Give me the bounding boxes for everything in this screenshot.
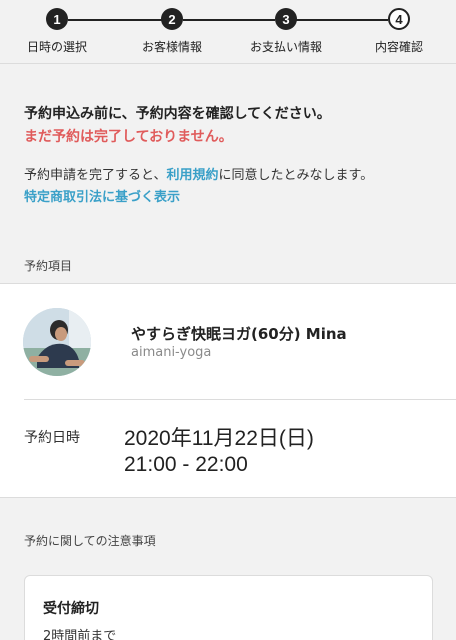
reservation-item-section-label: 予約項目 (24, 259, 73, 273)
stepper-connector (183, 19, 275, 21)
terms-prefix: 予約申請を完了すると、 (24, 168, 167, 183)
step-2-number: 2 (161, 8, 183, 30)
deadline-heading: 受付締切 (43, 601, 99, 617)
step-2-label: お客様情報 (141, 40, 203, 54)
reservation-time: 21:00 - 22:00 (124, 453, 248, 476)
step-4-label: 内容確認 (374, 40, 424, 54)
step-3-label: お支払い情報 (249, 40, 323, 54)
step-4-number: 4 (388, 8, 410, 30)
step-1-label: 日時の選択 (26, 40, 88, 54)
lesson-title: やすらぎ快眠ヨガ(60分) Mina (131, 325, 347, 343)
terms-agreement-text: 予約申請を完了すると、利用規約に同意したとみなします。 (24, 164, 373, 183)
notes-section-label: 予約に関しての注意事項 (24, 534, 156, 548)
instructor-photo-icon (23, 308, 91, 376)
stepper-connector (68, 19, 162, 21)
confirm-instruction: 予約申込み前に、予約内容を確認してください。 (24, 106, 331, 122)
card-divider (24, 399, 456, 400)
reservation-item-card: やすらぎ快眠ヨガ(60分) Mina aimani-yoga 予約日時 2020… (0, 283, 456, 498)
confirmation-notice: 予約申込み前に、予約内容を確認してください。 まだ予約は完了しておりません。 予… (0, 65, 456, 243)
terms-of-use-link[interactable]: 利用規約 (166, 168, 218, 183)
deadline-value: 2時間前まで (43, 629, 117, 640)
datetime-label: 予約日時 (24, 430, 80, 446)
not-complete-warning: まだ予約は完了しておりません。 (24, 129, 233, 145)
booking-stepper: 1 2 3 4 日時の選択 お客様情報 お支払い情報 内容確認 (0, 0, 456, 64)
terms-suffix: に同意したとみなします。 (218, 168, 374, 183)
stepper-connector (296, 19, 388, 21)
reservation-date: 2020年11月22日(日) (124, 427, 314, 450)
step-1-number: 1 (46, 8, 68, 30)
commerce-law-link[interactable]: 特定商取引法に基づく表示 (24, 186, 180, 205)
step-3-number: 3 (275, 8, 297, 30)
deadline-notice-box: 受付締切 2時間前まで (24, 575, 433, 640)
shop-name: aimani-yoga (131, 345, 212, 360)
instructor-avatar (23, 308, 91, 376)
